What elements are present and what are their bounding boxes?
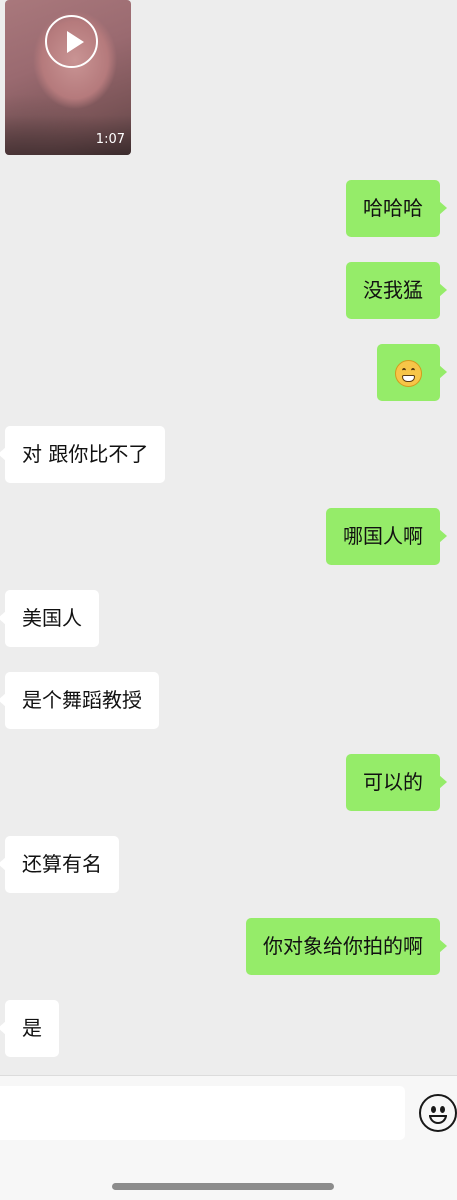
message-text: 对 跟你比不了 xyxy=(22,442,149,466)
message-bubble-outgoing[interactable]: 可以的 xyxy=(346,754,447,811)
message-text: 哪国人啊 xyxy=(343,524,423,548)
message-bubble-outgoing[interactable]: 你对象给你拍的啊 xyxy=(246,918,447,975)
message-text: 你对象给你拍的啊 xyxy=(263,934,423,958)
smiley-mouth xyxy=(429,1115,447,1124)
message-text: 是 xyxy=(22,1016,42,1040)
message-bubble-outgoing[interactable]: 没我猛 xyxy=(346,262,447,319)
message-bubble-incoming[interactable]: 美国人 xyxy=(0,590,99,647)
play-icon[interactable] xyxy=(45,15,98,68)
home-indicator[interactable] xyxy=(112,1183,334,1190)
message-text: 没我猛 xyxy=(363,278,423,302)
smiley-eye xyxy=(431,1106,436,1113)
video-message[interactable]: 1:07 xyxy=(5,0,131,155)
message-input[interactable] xyxy=(0,1086,405,1140)
message-text: 是个舞蹈教授 xyxy=(22,688,142,712)
message-bubble-outgoing[interactable]: 哈哈哈 xyxy=(346,180,447,237)
message-bubble-outgoing[interactable] xyxy=(377,344,447,401)
smiley-eye xyxy=(440,1106,445,1113)
chat-message-list[interactable]: 1:07 哈哈哈 没我猛 对 跟你比不了 哪国人啊 美国人 是个舞蹈教授 可以的… xyxy=(0,0,457,1075)
input-bar xyxy=(0,1075,457,1200)
message-bubble-incoming[interactable]: 还算有名 xyxy=(0,836,119,893)
message-bubble-incoming[interactable]: 是 xyxy=(0,1000,59,1057)
message-bubble-incoming[interactable]: 对 跟你比不了 xyxy=(0,426,166,483)
message-text: 哈哈哈 xyxy=(363,196,423,220)
message-text: 可以的 xyxy=(363,770,423,794)
message-bubble-outgoing[interactable]: 哪国人啊 xyxy=(326,508,447,565)
video-duration: 1:07 xyxy=(95,132,125,147)
smiley-icon[interactable] xyxy=(419,1094,457,1132)
grinning-face-emoji-icon xyxy=(395,360,422,387)
message-bubble-incoming[interactable]: 是个舞蹈教授 xyxy=(0,672,159,729)
message-text: 还算有名 xyxy=(22,852,102,876)
message-text: 美国人 xyxy=(22,606,82,630)
